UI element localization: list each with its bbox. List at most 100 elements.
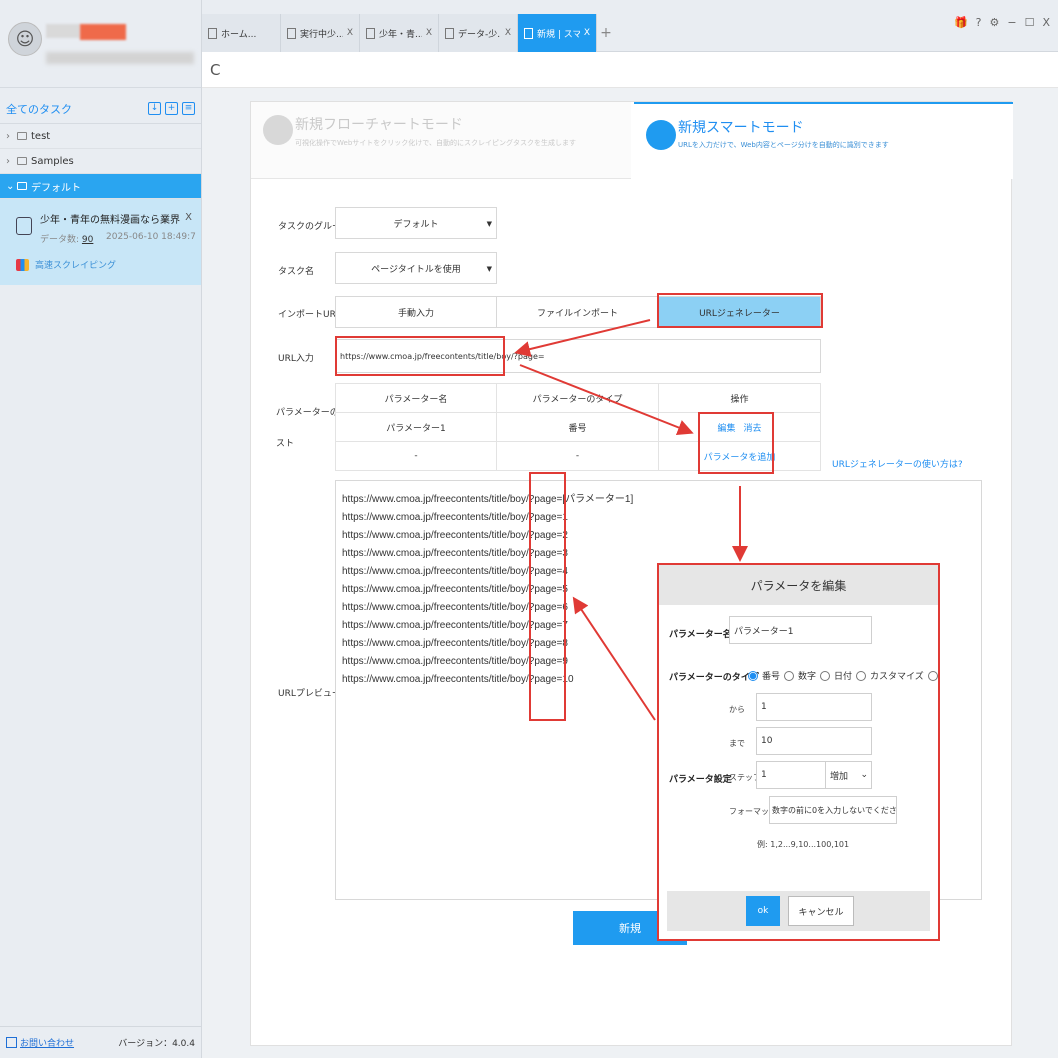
document-icon bbox=[445, 27, 454, 39]
speed-label: 高速スクレイピング bbox=[35, 261, 117, 271]
format-example: 例: 1,2...9,10...100,101 bbox=[757, 840, 850, 849]
gear-icon[interactable]: ⚙ bbox=[989, 16, 999, 29]
cancel-button[interactable]: キャンセル bbox=[788, 896, 854, 926]
toolbar: C bbox=[202, 52, 1058, 88]
contact-label[interactable]: お問い合わせ bbox=[20, 1036, 74, 1049]
to-input[interactable]: 10 bbox=[756, 727, 872, 755]
tab-home[interactable]: ホーム... bbox=[202, 14, 281, 52]
minimize-icon[interactable]: − bbox=[1007, 16, 1016, 29]
data-count-value[interactable]: 90 bbox=[82, 235, 93, 245]
group-select[interactable]: デフォルト ▼ bbox=[335, 207, 497, 239]
all-tasks-label[interactable]: 全てのタスク bbox=[6, 101, 72, 117]
tab-label: 実行中少... bbox=[300, 29, 343, 40]
format-select[interactable]: 数字の前に0を入力しないでください bbox=[769, 796, 897, 824]
home-icon bbox=[208, 27, 217, 39]
chevron-right-icon[interactable]: › bbox=[6, 156, 14, 167]
task-card[interactable]: 少年・青年の無料漫画なら業界最大級のコ... X データ数: 90 2025-0… bbox=[0, 199, 201, 285]
close-icon[interactable]: X bbox=[347, 28, 353, 38]
annotation-url-box bbox=[335, 336, 505, 376]
preview-line: https://www.cmoa.jp/freecontents/title/b… bbox=[342, 602, 568, 613]
contact-link[interactable]: お問い合わせ bbox=[6, 1036, 74, 1049]
preview-line: https://www.cmoa.jp/freecontents/title/b… bbox=[342, 512, 568, 523]
radio-extra[interactable] bbox=[927, 670, 938, 681]
radio-date[interactable] bbox=[820, 670, 831, 681]
data-count: データ数: 90 bbox=[40, 232, 93, 245]
all-tasks-header[interactable]: 全てのタスク ↓ + ≡ bbox=[0, 94, 201, 124]
folder-test[interactable]: › test bbox=[0, 124, 201, 149]
mail-icon bbox=[6, 1037, 17, 1048]
radio-digit[interactable] bbox=[784, 670, 795, 681]
profile-area: ☺ bbox=[0, 0, 201, 88]
radio-digit-label[interactable]: 数字 bbox=[798, 669, 816, 682]
close-icon[interactable]: X bbox=[584, 28, 590, 38]
task-title[interactable]: 少年・青年の無料漫画なら業界最大級のコ... bbox=[40, 211, 180, 226]
chevron-down-icon[interactable]: ⌄ bbox=[6, 181, 14, 192]
mode-smart[interactable]: 新規スマートモード URLを入力だけで、Web内容とページ分けを自動的に識別でき… bbox=[634, 102, 1013, 179]
folder-icon bbox=[17, 157, 27, 165]
radio-custom-label[interactable]: カスタマイズ bbox=[870, 669, 924, 682]
close-icon[interactable]: X bbox=[426, 28, 432, 38]
mode-title: 新規スマートモード bbox=[678, 120, 804, 136]
chevron-right-icon[interactable]: › bbox=[6, 131, 14, 142]
tab-running[interactable]: 実行中少... X bbox=[281, 14, 360, 52]
howto-link[interactable]: URLジェネレーターの使い方は? bbox=[832, 457, 963, 470]
preview-line: https://www.cmoa.jp/freecontents/title/b… bbox=[342, 548, 568, 559]
dialog-footer: ok キャンセル bbox=[667, 891, 930, 931]
param-header-ops: 操作 bbox=[658, 383, 821, 413]
add-tab-button[interactable]: + bbox=[597, 14, 615, 52]
close-window-icon[interactable]: X bbox=[1042, 16, 1050, 29]
preview-line: https://www.cmoa.jp/freecontents/title/b… bbox=[342, 530, 568, 541]
radio-date-label[interactable]: 日付 bbox=[834, 669, 852, 682]
param-list-label-cont: スト bbox=[276, 439, 295, 449]
from-input[interactable]: 1 bbox=[756, 693, 872, 721]
param-row-type: - bbox=[496, 441, 659, 471]
close-icon[interactable]: X bbox=[185, 212, 192, 223]
refresh-icon[interactable]: C bbox=[210, 61, 220, 79]
help-icon[interactable]: ? bbox=[976, 16, 982, 29]
sidebar-footer: お問い合わせ バージョン：4.0.4 bbox=[0, 1026, 201, 1058]
param-type-radios: 番号 数字 日付 カスタマイズ bbox=[748, 669, 938, 682]
avatar[interactable]: ☺ bbox=[8, 22, 42, 56]
from-label: から bbox=[729, 705, 745, 714]
task-name-select[interactable]: ページタイトルを使用 ▼ bbox=[335, 252, 497, 284]
mode-title: 新規フローチャートモード bbox=[295, 117, 463, 133]
tab-label: 少年・青... bbox=[379, 29, 422, 40]
param-row-name: - bbox=[335, 441, 497, 471]
import-manual-option[interactable]: 手動入力 bbox=[335, 296, 497, 328]
preview-line: https://www.cmoa.jp/freecontents/title/b… bbox=[342, 566, 568, 577]
to-label: まで bbox=[729, 739, 745, 748]
tab-task[interactable]: 少年・青... X bbox=[360, 14, 439, 52]
format-value: 数字の前に0を入力しないでください bbox=[772, 805, 897, 815]
step-mode-select[interactable]: 増加 ⌄ bbox=[825, 761, 872, 789]
radio-number-label[interactable]: 番号 bbox=[762, 669, 780, 682]
folder-default[interactable]: ⌄ デフォルト bbox=[0, 174, 201, 199]
gift-icon[interactable]: 🎁 bbox=[954, 16, 968, 29]
radio-number[interactable] bbox=[748, 670, 758, 681]
param-row-name: パラメーター1 bbox=[335, 412, 497, 442]
new-task-icon[interactable]: + bbox=[165, 102, 178, 115]
tab-label: データ-少... bbox=[458, 29, 501, 40]
import-file-option[interactable]: ファイルインポート bbox=[496, 296, 659, 328]
window-controls: 🎁 ? ⚙ − ☐ X bbox=[954, 16, 1050, 29]
maximize-icon[interactable]: ☐ bbox=[1025, 16, 1035, 29]
ok-button[interactable]: ok bbox=[746, 896, 780, 926]
chevron-down-icon: ⌄ bbox=[860, 770, 868, 780]
dropdown-arrow-icon: ▼ bbox=[486, 265, 492, 273]
param-settings-label: パラメータ設定 bbox=[669, 775, 732, 785]
param-name-label: パラメーター名 bbox=[669, 630, 732, 640]
param-name-input[interactable]: パラメーター1 bbox=[729, 616, 872, 644]
folder-samples[interactable]: › Samples bbox=[0, 149, 201, 174]
mode-flowchart[interactable]: 新規フローチャートモード 可視化操作でWebサイトをクリック化けで、自動的にスク… bbox=[251, 102, 631, 179]
radio-custom[interactable] bbox=[856, 670, 867, 681]
export-icon[interactable]: ≡ bbox=[182, 102, 195, 115]
speed-scraping[interactable]: 高速スクレイピング bbox=[16, 258, 116, 271]
import-icon[interactable]: ↓ bbox=[148, 102, 161, 115]
url-preview-lines: https://www.cmoa.jp/freecontents/title/b… bbox=[342, 491, 633, 689]
import-url-label: インポートURL bbox=[278, 310, 341, 320]
step-input[interactable]: 1 bbox=[756, 761, 826, 789]
preview-line: https://www.cmoa.jp/freecontents/title/b… bbox=[342, 620, 568, 631]
tab-data[interactable]: データ-少... X bbox=[439, 14, 518, 52]
close-icon[interactable]: X bbox=[505, 28, 511, 38]
flowchart-icon bbox=[263, 115, 293, 145]
tab-new-smart[interactable]: 新規 | スマ... X bbox=[518, 14, 597, 52]
